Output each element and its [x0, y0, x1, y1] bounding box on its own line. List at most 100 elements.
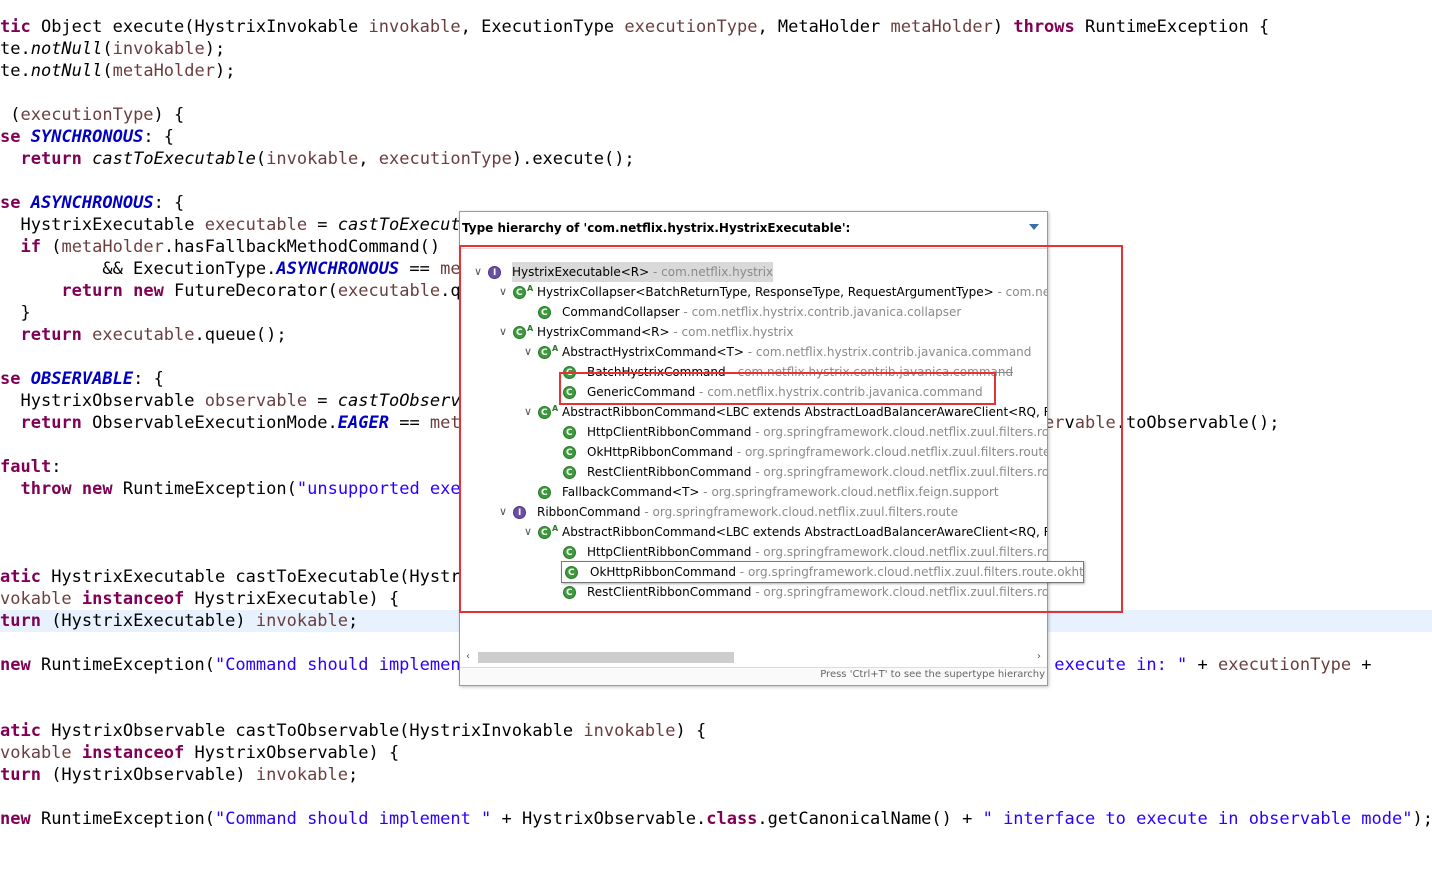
code-line[interactable]: [0, 786, 1432, 808]
code-line[interactable]: new RuntimeException("Command should imp…: [0, 808, 1432, 830]
code-token: RuntimeException(: [112, 479, 297, 499]
abstract-marker-icon: A: [552, 344, 559, 353]
type-name: GenericCommand: [587, 385, 696, 399]
code-token: "unsupported exec: [296, 479, 471, 499]
code-line[interactable]: [0, 82, 1432, 104]
code-token: metaHolder: [890, 17, 993, 37]
class-icon: [513, 283, 526, 303]
class-icon: [538, 483, 551, 503]
expand-chevron-icon[interactable]: ∨: [497, 282, 509, 302]
code-token: turn: [0, 765, 41, 785]
code-token: throws: [1013, 17, 1075, 37]
tooltip-row: OkHttpRibbonCommand - org.springframewor…: [561, 561, 1084, 583]
class-icon: [538, 303, 551, 323]
code-line[interactable]: te.notNull(metaHolder);: [0, 60, 1432, 82]
code-token: HystrixExecutable castToExecutable(Hystr…: [40, 567, 471, 587]
abstract-marker-icon: A: [527, 324, 534, 333]
code-token: return: [20, 149, 82, 169]
code-token: && ExecutionType.: [0, 259, 277, 279]
hierarchy-tree[interactable]: ∨HystrixExecutable<R> - com.netflix.hyst…: [460, 262, 1047, 650]
type-package: com.netflix.hystrix: [681, 325, 794, 339]
tree-item-label: FallbackCommand<T> - org.springframework…: [562, 485, 999, 499]
code-token: vokable: [0, 743, 72, 763]
code-token: atic: [0, 721, 41, 741]
code-token: );: [204, 39, 226, 59]
code-token: + HystrixObservable.: [491, 809, 707, 829]
code-token: ==: [399, 259, 441, 279]
code-token: RuntimeException(: [30, 655, 215, 675]
type-package: org.springframework.cloud.netflix.zuul.f…: [763, 545, 1047, 559]
code-token: , MetaHolder: [757, 17, 891, 37]
expand-chevron-icon[interactable]: ∨: [497, 502, 509, 522]
code-token: return: [61, 281, 123, 301]
code-line[interactable]: [0, 698, 1432, 720]
code-line[interactable]: se SYNCHRONOUS: {: [0, 126, 1432, 148]
code-token: +: [1187, 655, 1218, 675]
code-token: notNull: [30, 39, 103, 59]
type-package: org.springframework.cloud.netflix.zuul.f…: [763, 425, 1047, 439]
code-line[interactable]: turn (HystrixObservable) invokable;: [0, 764, 1432, 786]
code-token: observable: [204, 391, 308, 411]
code-token: HystrixObservable castToObservable(Hystr…: [40, 721, 584, 741]
class-icon: [563, 583, 576, 603]
type-name: OkHttpRibbonCommand: [587, 445, 733, 459]
code-token: metaHolder: [112, 61, 215, 81]
code-token: (: [102, 61, 113, 81]
code-token: ==: [388, 413, 430, 433]
scroll-right-icon[interactable]: ›: [1033, 649, 1045, 664]
code-token: RuntimeException(: [30, 809, 215, 829]
tree-item-label: HttpClientRibbonCommand - org.springfram…: [587, 542, 1047, 562]
code-line[interactable]: vokable instanceof HystrixObservable) {: [0, 742, 1432, 764]
code-token: ;: [348, 611, 359, 631]
code-token: HystrixObservable) {: [184, 743, 400, 763]
horizontal-scrollbar[interactable]: ‹ ›: [462, 649, 1045, 664]
expand-chevron-icon[interactable]: ∨: [497, 322, 509, 342]
type-package: com.netflix.hystrix.contrib.javanica.com…: [707, 385, 983, 399]
code-token: RuntimeException {: [1074, 17, 1270, 37]
class-icon: [563, 543, 576, 563]
code-line[interactable]: tic Object execute(HystrixInvokable invo…: [0, 16, 1432, 38]
code-token: (HystrixExecutable): [40, 611, 256, 631]
tooltip-text: OkHttpRibbonCommand - org.springframewor…: [590, 562, 1083, 582]
scroll-left-icon[interactable]: ‹: [462, 649, 474, 664]
type-package: org.springframework.cloud.netflix.zuul.f…: [652, 505, 958, 519]
type-hierarchy-popup[interactable]: Type hierarchy of 'com.netflix.hystrix.H…: [459, 211, 1048, 686]
code-token: vokable: [0, 589, 72, 609]
code-line[interactable]: te.notNull(invokable);: [0, 38, 1432, 60]
code-line[interactable]: atic HystrixObservable castToObservable(…: [0, 720, 1432, 742]
code-token: te.: [0, 39, 31, 59]
code-token: tic: [0, 17, 31, 37]
interface-icon: [513, 503, 526, 523]
type-package: com.netflix.hystrix.contrib.javanica.com…: [755, 345, 1032, 359]
view-menu-icon[interactable]: [1029, 224, 1039, 230]
code-token: (: [102, 39, 113, 59]
code-token: turn: [0, 611, 41, 631]
code-token: castToObserva: [337, 391, 471, 411]
popup-title: Type hierarchy of 'com.netflix.hystrix.H…: [462, 221, 851, 235]
scrollbar-thumb[interactable]: [478, 652, 734, 663]
code-token: metaHolder: [61, 237, 164, 257]
type-package: com.netflix.hystrix.contrib.javanica.col…: [691, 305, 962, 319]
expand-chevron-icon[interactable]: ∨: [522, 342, 534, 362]
code-token: :: [51, 457, 62, 477]
expand-chevron-icon[interactable]: ∨: [522, 522, 534, 542]
type-name: AbstractRibbonCommand<LBC extends Abstra…: [562, 405, 1047, 419]
interface-icon: [488, 263, 501, 283]
code-token: HystrixExecutable) {: [184, 589, 400, 609]
expand-chevron-icon[interactable]: ∨: [522, 402, 534, 422]
code-line[interactable]: [0, 170, 1432, 192]
type-name: RestClientRibbonCommand: [587, 465, 752, 479]
code-line[interactable]: (executionType) {: [0, 104, 1432, 126]
code-line[interactable]: return castToExecutable(invokable, execu…: [0, 148, 1432, 170]
code-token: " interface to execute in observable mod…: [982, 809, 1413, 829]
code-token: , ExecutionType: [460, 17, 625, 37]
type-name: BatchHystrixCommand: [587, 365, 726, 379]
code-token: FutureDecorator(: [163, 281, 338, 301]
expand-chevron-icon[interactable]: ∨: [472, 262, 484, 282]
